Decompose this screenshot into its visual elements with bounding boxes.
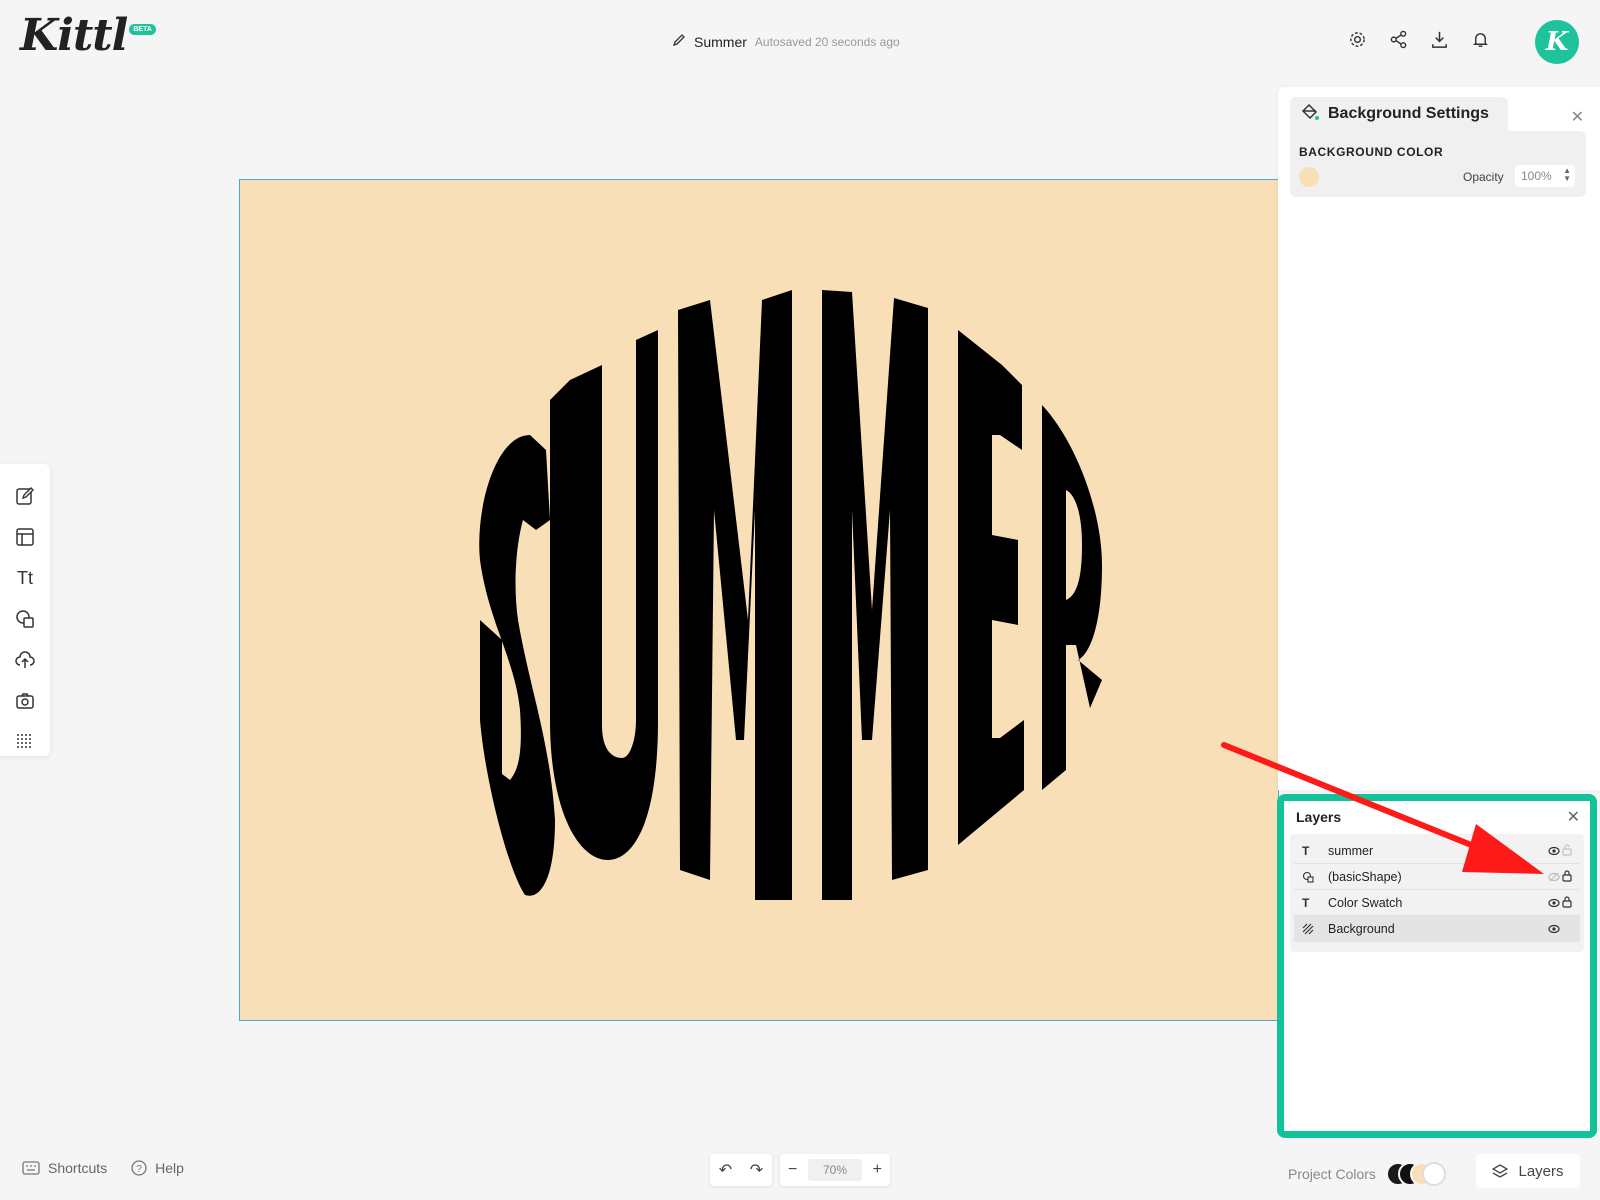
section-label: BACKGROUND COLOR (1299, 145, 1444, 159)
layers-panel: Layers ✕ T summer (basicShape) T Color S… (1277, 794, 1597, 1138)
pattern-icon[interactable] (15, 732, 35, 752)
layer-name[interactable]: summer (1328, 844, 1373, 858)
opacity-label: Opacity (1463, 170, 1504, 184)
close-icon[interactable]: ✕ (1571, 107, 1584, 127)
svg-text:?: ? (136, 1164, 142, 1175)
layers-button-label: Layers (1518, 1162, 1564, 1180)
download-icon[interactable] (1430, 30, 1449, 49)
background-color-section: BACKGROUND COLOR Opacity 100% ▲ ▼ (1290, 131, 1586, 197)
background-settings-panel: Background Settings ✕ BACKGROUND COLOR O… (1278, 87, 1600, 790)
user-avatar[interactable]: K (1535, 20, 1579, 64)
redo-icon[interactable]: ↷ (750, 1160, 763, 1180)
zoom-value[interactable]: 70% (808, 1159, 862, 1181)
undo-icon[interactable]: ↶ (719, 1160, 732, 1180)
shortcuts-link[interactable]: Shortcuts (22, 1160, 107, 1176)
unlock-icon[interactable] (1562, 844, 1572, 856)
layer-name[interactable]: (basicShape) (1328, 870, 1402, 884)
shapes-icon[interactable] (15, 609, 35, 629)
keyboard-icon (22, 1161, 40, 1175)
document-name[interactable]: Summer (694, 34, 747, 50)
layer-item[interactable]: Background (1294, 916, 1580, 942)
upload-icon[interactable] (15, 650, 35, 670)
layer-item[interactable]: T Color Swatch (1294, 890, 1580, 916)
shortcuts-label: Shortcuts (48, 1160, 108, 1176)
letter-r (1042, 405, 1102, 790)
zoom-controls: − 70% + (780, 1154, 890, 1186)
close-icon[interactable]: ✕ (1567, 807, 1580, 827)
settings-icon[interactable] (1348, 30, 1367, 49)
bell-icon[interactable] (1471, 30, 1490, 49)
eye-icon[interactable] (1548, 898, 1560, 908)
summer-text-graphic[interactable] (240, 180, 1279, 1021)
zoom-in-button[interactable]: + (873, 1161, 882, 1179)
text-layer-icon: T (1302, 895, 1310, 910)
beta-badge: BETA (129, 24, 156, 35)
logo-text: Kittl (20, 10, 128, 61)
pencil-icon[interactable] (672, 33, 686, 52)
bottom-left-links: Shortcuts ? Help (22, 1160, 184, 1176)
layers-icon (1492, 1164, 1509, 1178)
lock-icon[interactable] (1562, 870, 1572, 882)
opacity-input[interactable]: 100% ▲ ▼ (1515, 165, 1575, 187)
share-icon[interactable] (1389, 30, 1408, 49)
paint-bucket-icon (1300, 102, 1320, 127)
background-settings-tab[interactable]: Background Settings (1290, 97, 1508, 131)
shape-layer-icon (1302, 871, 1328, 883)
text-layer-icon: T (1302, 843, 1310, 858)
layers-title: Layers (1296, 809, 1342, 825)
layers-button[interactable]: Layers (1476, 1154, 1580, 1188)
letter-m-2 (822, 290, 928, 900)
letter-e (958, 330, 1024, 845)
header-actions (1348, 30, 1490, 49)
pattern-layer-icon (1302, 923, 1328, 935)
eye-hidden-icon[interactable] (1548, 872, 1560, 882)
letter-s (479, 435, 555, 896)
opacity-value: 100% (1521, 169, 1552, 183)
layers-list: T summer (basicShape) T Color Swatch Bac… (1290, 834, 1584, 952)
text-icon[interactable]: Tt (15, 568, 35, 588)
left-toolbar: Tt (0, 464, 50, 756)
layer-item[interactable]: T summer (1294, 838, 1580, 864)
help-icon: ? (131, 1160, 147, 1176)
undo-redo-group: ↶ ↷ (710, 1154, 772, 1186)
eye-icon[interactable] (1548, 846, 1560, 856)
layer-name[interactable]: Color Swatch (1328, 896, 1402, 910)
help-label: Help (155, 1160, 184, 1176)
templates-icon[interactable] (15, 527, 35, 547)
add-color-icon[interactable] (1421, 1162, 1446, 1186)
edit-icon[interactable] (15, 486, 35, 506)
artboard[interactable] (239, 179, 1279, 1021)
project-colors[interactable]: Project Colors (1288, 1162, 1448, 1186)
project-color-swatches[interactable] (1385, 1162, 1448, 1186)
stepper-icon[interactable]: ▲ ▼ (1563, 167, 1571, 183)
letter-m-1 (678, 290, 792, 900)
layer-name[interactable]: Background (1328, 922, 1395, 936)
document-title[interactable]: Summer Autosaved 20 seconds ago (672, 32, 900, 52)
zoom-out-button[interactable]: − (788, 1161, 797, 1179)
panel-title: Background Settings (1328, 105, 1489, 122)
kittl-logo[interactable]: Kittl BETA (20, 14, 156, 58)
layer-item[interactable]: (basicShape) (1294, 864, 1580, 890)
help-link[interactable]: ? Help (131, 1160, 184, 1176)
camera-icon[interactable] (15, 691, 35, 711)
autosave-status: Autosaved 20 seconds ago (754, 35, 900, 49)
lock-icon[interactable] (1562, 896, 1572, 908)
eye-icon[interactable] (1548, 924, 1560, 934)
letter-u (550, 330, 658, 860)
project-colors-label: Project Colors (1288, 1166, 1376, 1182)
color-swatch[interactable] (1299, 167, 1319, 187)
